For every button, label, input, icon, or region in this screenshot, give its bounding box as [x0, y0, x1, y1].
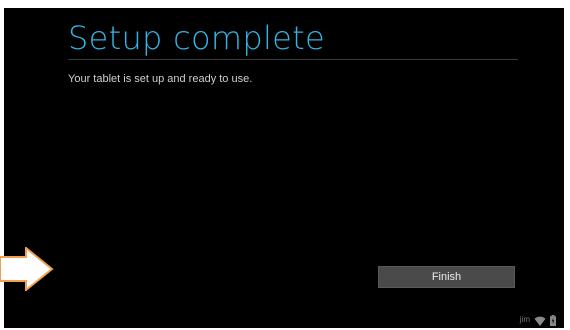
title-divider: [68, 59, 518, 60]
finish-button[interactable]: Finish: [378, 266, 515, 288]
status-bar: jim: [520, 314, 556, 326]
page-title: Setup complete: [68, 19, 325, 57]
arrow-right-icon: [0, 245, 56, 295]
screenshot: Setup complete Your tablet is set up and…: [0, 0, 570, 328]
setup-message: Your tablet is set up and ready to use.: [68, 73, 253, 85]
tablet-screen: Setup complete Your tablet is set up and…: [4, 8, 564, 328]
battery-icon: [550, 311, 556, 330]
wifi-icon: [534, 311, 546, 330]
user-label: jim: [519, 315, 530, 324]
